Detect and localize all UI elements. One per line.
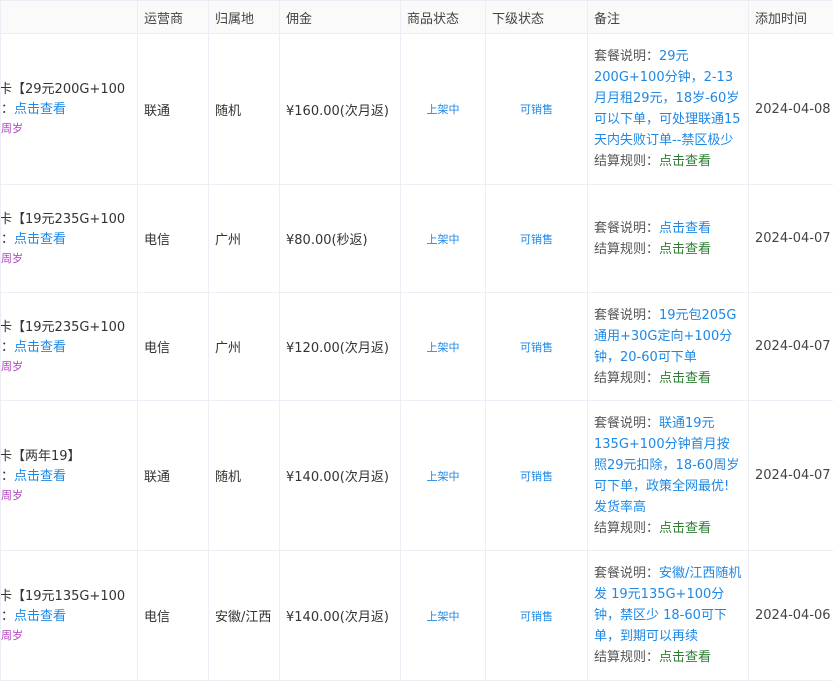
product-name: 卡【29元200G+100 (0, 82, 126, 97)
table-row: 卡【29元200G+100 ：点击查看 周岁 联通 随机 ¥160.00(次月返… (0, 33, 833, 185)
carrier-cell: 电信 (137, 292, 209, 401)
product-link-prefix: ： (1, 102, 15, 117)
added-time: 2024-04-08 1 (748, 33, 833, 185)
note-cell: 套餐说明：29元200G+100分钟，2-13月月租29元，18岁-60岁可以下… (587, 33, 749, 185)
age-range: 周岁 (1, 122, 24, 135)
carrier-cell: 电信 (137, 550, 209, 681)
product-cell: 卡【29元200G+100 ：点击查看 周岁 (0, 33, 138, 185)
region-cell: 随机 (208, 400, 280, 551)
commission-cell: ¥140.00(次月返) (279, 400, 401, 551)
desc-label: 套餐说明： (594, 415, 660, 431)
commission-cell: ¥80.00(秒返) (279, 184, 401, 293)
product-detail-link[interactable]: 点击查看 (14, 340, 66, 355)
age-range: 周岁 (1, 628, 24, 642)
sub-status-badge: 可销售 (485, 33, 588, 185)
product-name: 卡【19元235G+100 (0, 319, 126, 335)
header-product (0, 0, 138, 34)
header-commission[interactable]: 佣金 (279, 0, 401, 34)
sub-status-badge: 可销售 (485, 184, 588, 293)
added-time: 2024-04-07 1 (748, 184, 833, 293)
note-cell: 套餐说明：19元包205G通用+30G定向+100分钟，20-60可下单 结算规… (587, 292, 749, 401)
commission-cell: ¥160.00(次月返) (279, 33, 401, 185)
rule-view-link[interactable]: 点击查看 (659, 371, 711, 386)
sub-status-badge: 可销售 (485, 292, 588, 401)
product-status-badge: 上架中 (400, 33, 486, 185)
region-cell: 广州 (208, 184, 280, 293)
carrier-cell: 联通 (137, 400, 209, 551)
product-cell: 卡【19元135G+100 ：点击查看 周岁 (0, 550, 138, 681)
rule-label: 结算规则： (594, 241, 660, 257)
note-cell: 套餐说明：安徽/江西随机发 19元135G+100分钟，禁区少 18-60可下单… (587, 550, 749, 681)
note-cell: 套餐说明：点击查看 结算规则：点击查看 (587, 184, 749, 293)
added-time: 2024-04-06 1 (748, 550, 833, 681)
rule-label: 结算规则： (594, 370, 660, 386)
product-status-badge: 上架中 (400, 292, 486, 401)
header-carrier[interactable]: 运营商 (137, 0, 209, 34)
product-name: 卡【两年19】 (0, 448, 81, 464)
carrier-cell: 电信 (137, 184, 209, 293)
rule-view-link[interactable]: 点击查看 (659, 650, 711, 665)
product-detail-link[interactable]: 点击查看 (14, 102, 66, 117)
rule-label: 结算规则： (594, 650, 660, 665)
carrier-cell: 联通 (137, 33, 209, 185)
added-time: 2024-04-07 1 (748, 292, 833, 401)
rule-view-link[interactable]: 点击查看 (659, 242, 711, 257)
product-link-prefix: ： (1, 608, 15, 624)
product-link-prefix: ： (1, 468, 15, 484)
age-range: 周岁 (1, 359, 24, 373)
header-added[interactable]: 添加时间 (748, 0, 833, 34)
sub-status-badge: 可销售 (485, 400, 588, 551)
region-cell: 安徽/江西 (208, 550, 280, 681)
sub-status-badge: 可销售 (485, 550, 588, 681)
table-row: 卡【两年19】 ：点击查看 周岁 联通 随机 ¥140.00(次月返) 上架中 … (0, 400, 833, 551)
product-table-viewport: 运营商 归属地 佣金 商品状态 下级状态 备注 添加时间 卡【29元200G+1… (0, 0, 833, 684)
note-cell: 套餐说明：联通19元135G+100分钟首月按照29元扣除，18-60周岁可下单… (587, 400, 749, 551)
table-header-row: 运营商 归属地 佣金 商品状态 下级状态 备注 添加时间 (0, 0, 833, 34)
desc-label: 套餐说明： (594, 566, 660, 581)
product-cell: 卡【19元235G+100 ：点击查看 周岁 (0, 184, 138, 293)
product-cell: 卡【两年19】 ：点击查看 周岁 (0, 400, 138, 551)
header-sub-status[interactable]: 下级状态 (485, 0, 588, 34)
product-table: 运营商 归属地 佣金 商品状态 下级状态 备注 添加时间 卡【29元200G+1… (0, 0, 833, 681)
product-detail-link[interactable]: 点击查看 (14, 609, 66, 624)
product-name: 卡【19元235G+100 (0, 211, 126, 227)
header-note[interactable]: 备注 (587, 0, 749, 34)
table-row: 卡【19元235G+100 ：点击查看 周岁 电信 广州 ¥80.00(秒返) … (0, 184, 833, 293)
desc-label: 套餐说明： (594, 49, 660, 64)
product-detail-link[interactable]: 点击查看 (14, 232, 66, 247)
product-link-prefix: ： (1, 339, 15, 355)
region-cell: 广州 (208, 292, 280, 401)
added-time: 2024-04-07 0 (748, 400, 833, 551)
age-range: 周岁 (1, 488, 24, 502)
header-product-status[interactable]: 商品状态 (400, 0, 486, 34)
product-link-prefix: ： (1, 231, 15, 247)
desc-view-link[interactable]: 点击查看 (659, 221, 711, 236)
age-range: 周岁 (1, 251, 24, 265)
rule-view-link[interactable]: 点击查看 (659, 154, 711, 169)
product-status-badge: 上架中 (400, 550, 486, 681)
region-cell: 随机 (208, 33, 280, 185)
product-name: 卡【19元135G+100 (0, 588, 126, 604)
product-detail-link[interactable]: 点击查看 (14, 469, 66, 484)
table-row: 卡【19元235G+100 ：点击查看 周岁 电信 广州 ¥120.00(次月返… (0, 292, 833, 401)
commission-cell: ¥140.00(次月返) (279, 550, 401, 681)
commission-cell: ¥120.00(次月返) (279, 292, 401, 401)
header-region[interactable]: 归属地 (208, 0, 280, 34)
rule-view-link[interactable]: 点击查看 (659, 521, 711, 536)
product-status-badge: 上架中 (400, 400, 486, 551)
product-status-badge: 上架中 (400, 184, 486, 293)
desc-label: 套餐说明： (594, 220, 660, 236)
desc-label: 套餐说明： (594, 307, 660, 323)
table-row: 卡【19元135G+100 ：点击查看 周岁 电信 安徽/江西 ¥140.00(… (0, 550, 833, 681)
product-cell: 卡【19元235G+100 ：点击查看 周岁 (0, 292, 138, 401)
rule-label: 结算规则： (594, 154, 660, 169)
rule-label: 结算规则： (594, 520, 660, 536)
